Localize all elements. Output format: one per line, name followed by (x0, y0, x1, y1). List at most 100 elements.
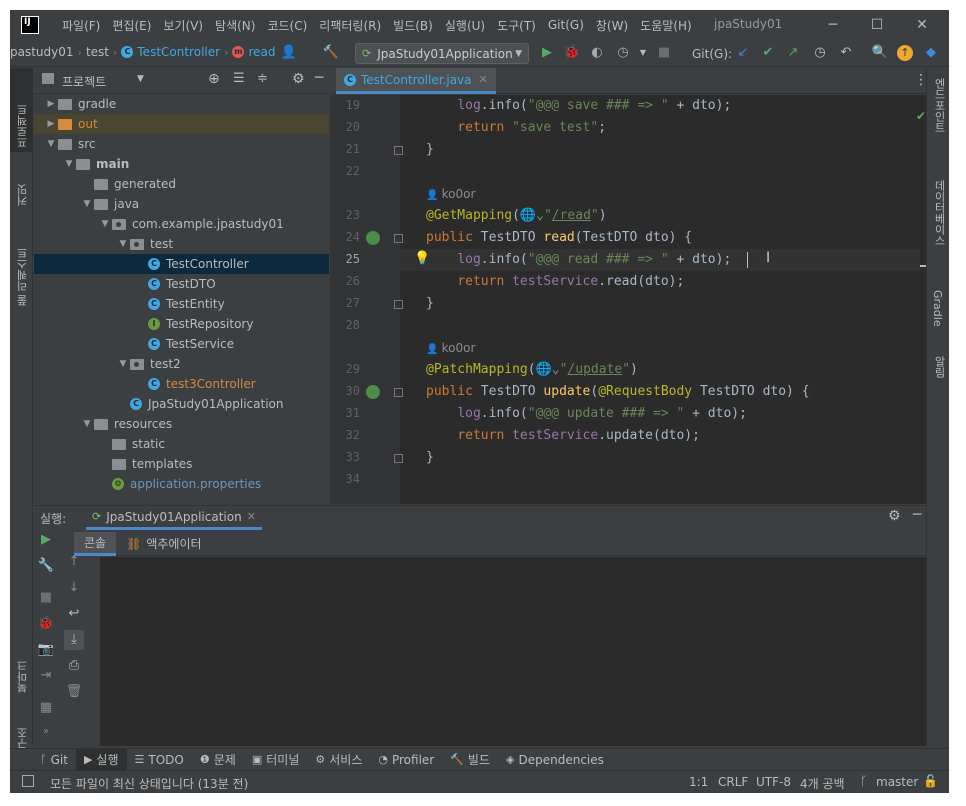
soft-wrap-icon[interactable]: ↩ (64, 604, 84, 624)
scroll-down-icon[interactable]: ↓ (64, 578, 84, 598)
build-hammer-icon[interactable]: 🔨 (322, 44, 340, 62)
bookmarks-tool-button[interactable]: 북마크 (15, 638, 31, 693)
tree-item[interactable]: ▼ test (34, 234, 329, 254)
bottom-tab-terminal[interactable]: ▣ 터미널 (244, 749, 308, 771)
menu-item[interactable]: 편집(E) (106, 17, 157, 34)
layout-icon[interactable]: ▦ (36, 698, 56, 718)
menu-item[interactable]: 실행(U) (439, 17, 491, 34)
chevron-down-icon[interactable]: ▼ (137, 74, 144, 84)
pull-request-tool-button[interactable]: 풀 리퀘스트 (15, 226, 31, 307)
database-tool-button[interactable]: 데이터베이스 (931, 180, 947, 270)
trash-icon[interactable]: 🗑 (64, 682, 84, 702)
line-separator[interactable]: CRLF (718, 775, 748, 789)
tree-item[interactable]: ▼ java (34, 194, 329, 214)
bottom-tab-problems[interactable]: ❶ 문제 (192, 749, 244, 771)
rollback-icon[interactable]: ↶ (837, 44, 855, 62)
stop-icon[interactable]: ■ (655, 44, 673, 62)
git-push-icon[interactable]: ↗ (784, 44, 802, 62)
bottom-tab-dependencies[interactable]: ◈ Dependencies (498, 749, 612, 771)
bottom-tab-todo[interactable]: ☰ TODO (127, 749, 192, 771)
tree-item[interactable]: ▶ gradle (34, 94, 329, 114)
gear-icon[interactable]: ⚙ (888, 508, 901, 524)
menu-item[interactable]: 빌드(B) (387, 17, 439, 34)
menu-item[interactable]: 도움말(H) (634, 17, 698, 34)
tree-item[interactable]: ▶ out (34, 114, 329, 134)
debug-icon[interactable]: 🐞 (563, 44, 581, 62)
notifications-tool-button[interactable]: 알림 (931, 356, 947, 396)
author-hint[interactable]: 👤 ko0or (426, 183, 475, 205)
git-commit-icon[interactable]: ✔ (759, 44, 777, 62)
scroll-up-icon[interactable]: ↑ (64, 552, 84, 572)
lock-icon[interactable]: 🔓 (923, 774, 938, 788)
stop-icon[interactable]: ■ (36, 588, 56, 608)
tree-item[interactable]: ▼ src (34, 134, 329, 154)
bottom-tab-run[interactable]: ▶ 실행 (75, 748, 127, 771)
endpoints-tool-button[interactable]: 엔드포인트 (931, 78, 947, 160)
chevron-down-icon[interactable]: ▼ (634, 44, 652, 62)
user-icon[interactable]: 👤 (280, 44, 298, 62)
chevron-down-icon[interactable]: ▼ (116, 359, 130, 369)
hide-panel-icon[interactable]: ─ (913, 507, 921, 523)
print-icon[interactable]: ⎙ (64, 656, 84, 676)
bottom-tab-profiler[interactable]: ◔ Profiler (370, 749, 442, 771)
menu-item[interactable]: 코드(C) (261, 17, 313, 34)
scroll-to-end-icon[interactable]: ⤓ (64, 630, 84, 650)
inspection-ok-icon[interactable]: ✔ (916, 109, 926, 123)
tab-test-controller[interactable]: C TestController.java ✕ (336, 68, 496, 94)
project-panel-title[interactable]: 프로젝트 (62, 73, 106, 90)
tree-item[interactable]: templates (34, 454, 329, 474)
menu-item[interactable]: 창(W) (590, 17, 634, 34)
menu-item[interactable]: 탐색(N) (209, 17, 261, 34)
camera-icon[interactable]: 📷 (36, 640, 56, 660)
menu-item[interactable]: 보기(V) (157, 17, 209, 34)
locate-icon[interactable]: ⊕ (208, 71, 220, 87)
menu-item[interactable]: 파일(F) (56, 17, 106, 34)
bottom-tab-services[interactable]: ⚙ 서비스 (307, 749, 370, 771)
caret-position[interactable]: 1:1 (689, 775, 708, 789)
tree-item[interactable]: I TestRepository (34, 314, 329, 334)
bottom-tab-build[interactable]: 🔨 빌드 (442, 749, 498, 771)
expand-all-icon[interactable]: ☰ (233, 71, 245, 86)
close-icon[interactable]: ✕ (912, 15, 932, 35)
code-editor[interactable]: 19 20 21 22 23 24 25 26 27 28 29 30 31 32 33 34 log.inf… (330, 95, 926, 504)
tree-item[interactable]: generated (34, 174, 329, 194)
run-icon[interactable]: ▶ (538, 44, 556, 62)
tree-item[interactable]: ▼ resources (34, 414, 329, 434)
chevron-right-icon[interactable]: ▶ (44, 119, 58, 129)
menu-item[interactable]: 도구(T) (491, 17, 542, 34)
close-tab-icon[interactable]: ✕ (479, 73, 488, 86)
menu-item[interactable]: Git(G) (542, 18, 590, 32)
project-tool-button[interactable]: 프로젝트 (15, 78, 31, 148)
plugin-icon[interactable]: ◆ (922, 44, 940, 62)
author-hint[interactable]: 👤 ko0or (426, 337, 475, 359)
exit-icon[interactable]: ⇥ (36, 666, 56, 686)
close-tab-icon[interactable]: ✕ (247, 510, 256, 523)
tree-item[interactable]: C TestController (34, 254, 329, 274)
wrench-icon[interactable]: 🔧 (36, 556, 56, 576)
tree-item[interactable]: ⚙ application.properties (34, 474, 329, 494)
tree-item[interactable]: ▼ main (34, 154, 329, 174)
toggle-panels-icon[interactable] (22, 775, 34, 787)
collapse-all-icon[interactable]: ≑ (257, 71, 268, 86)
update-icon[interactable]: ↑ (897, 45, 913, 61)
commit-tool-button[interactable]: 커밋 (15, 164, 31, 206)
gear-icon[interactable]: ⚙ (292, 71, 305, 87)
chevron-right-icon[interactable]: ▶ (44, 99, 58, 109)
debug-icon[interactable]: 🐞 (36, 614, 56, 634)
gradle-tool-button[interactable]: Gradle (931, 290, 944, 350)
chevron-down-icon[interactable]: ▼ (80, 199, 94, 209)
structure-tool-button[interactable]: 구조 (15, 704, 31, 749)
tree-item[interactable]: C TestEntity (34, 294, 329, 314)
hide-panel-icon[interactable]: ─ (315, 70, 323, 86)
breadcrumb-item[interactable]: read (248, 45, 275, 59)
tree-item[interactable]: C TestDTO (34, 274, 329, 294)
breadcrumb-item[interactable]: pastudy01 (10, 45, 74, 59)
tab-actuator[interactable]: ⛓ 액추에이터 (116, 532, 211, 556)
tree-item[interactable]: ▼ test2 (34, 354, 329, 374)
indent-setting[interactable]: 4개 공백 (800, 775, 845, 792)
chevron-down-icon[interactable]: ▼ (98, 219, 112, 229)
search-icon[interactable]: 🔍 (871, 44, 889, 62)
history-icon[interactable]: ◷ (811, 44, 829, 62)
breadcrumb-item[interactable]: test (86, 45, 109, 59)
breadcrumb-item[interactable]: TestController (137, 45, 220, 59)
